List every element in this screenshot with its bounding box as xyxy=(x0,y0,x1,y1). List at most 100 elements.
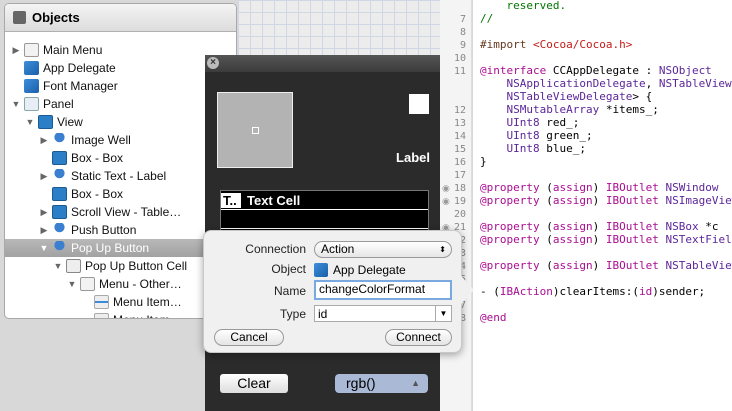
outline-item[interactable]: ▼ Menu - Other… xyxy=(5,275,236,293)
outline-item-label: Box - Box xyxy=(71,151,124,165)
outline-item[interactable]: ▶ Image Well xyxy=(5,131,236,149)
outline-item-label: Pop Up Button xyxy=(71,241,150,255)
outline-item[interactable]: ▶ Scroll View - Table… xyxy=(5,203,236,221)
code-token: @property xyxy=(480,181,540,194)
code-token: assign xyxy=(552,194,593,207)
code-line[interactable]: @property (assign) IBOutlet NSImageView xyxy=(480,194,732,207)
connection-select[interactable]: Action ⬍ xyxy=(314,241,452,258)
outline-item-label: Menu - Other… xyxy=(99,277,182,291)
outline-item-label: Pop Up Button Cell xyxy=(85,259,188,273)
outline-item[interactable]: Box - Box xyxy=(5,185,236,203)
code-line[interactable]: NSApplicationDelegate, NSTableViewDataSo… xyxy=(480,77,732,90)
code-line[interactable]: UInt8 blue_; xyxy=(480,142,585,155)
chevron-down-icon[interactable]: ▼ xyxy=(435,306,451,321)
cube-icon xyxy=(24,79,39,93)
disclosure-right-icon[interactable]: ▶ xyxy=(39,225,49,236)
column-header[interactable]: Text Cell xyxy=(247,193,300,208)
code-line[interactable]: NSMutableArray *items_; xyxy=(480,103,659,116)
view-icon xyxy=(52,205,67,219)
code-text: reserved. xyxy=(480,0,567,12)
outline-item[interactable]: ▶ Static Text - Label xyxy=(5,167,236,185)
disclosure-down-icon[interactable]: ▼ xyxy=(67,279,77,289)
code-token: assign xyxy=(552,259,593,272)
outlet-connection-icon[interactable]: ◉ xyxy=(442,183,450,194)
code-token: *items_; xyxy=(599,103,659,116)
disclosure-down-icon[interactable]: ▼ xyxy=(53,261,63,271)
code-token: , xyxy=(645,77,659,90)
code-line[interactable]: NSTableViewDelegate> { xyxy=(480,90,652,103)
disclosure-right-icon[interactable]: ▶ xyxy=(39,135,49,146)
updown-arrows-icon: ⬍ xyxy=(439,245,446,254)
code-line[interactable]: UInt8 red_; xyxy=(480,116,579,129)
disclosure-right-icon[interactable]: ▶ xyxy=(39,207,49,218)
outline-item[interactable]: ▶ Main Menu xyxy=(5,41,236,59)
line-number: 8 xyxy=(459,27,466,38)
cube-icon xyxy=(24,61,39,75)
cancel-button[interactable]: Cancel xyxy=(214,329,284,346)
static-label: Label xyxy=(396,150,430,165)
code-line[interactable]: // xyxy=(480,12,493,25)
outline-item[interactable]: Box - Box xyxy=(5,149,236,167)
connection-popover: Connection Action ⬍ Object App Delegate N… xyxy=(203,230,474,353)
view-icon xyxy=(52,151,67,165)
object-label: Object xyxy=(271,262,306,276)
code-line[interactable]: @end xyxy=(480,311,507,324)
disclosure-right-icon[interactable]: ▶ xyxy=(39,171,49,182)
disclosure-down-icon[interactable]: ▼ xyxy=(39,243,49,253)
clear-button[interactable]: Clear xyxy=(220,374,288,393)
table-row[interactable] xyxy=(221,210,428,229)
outline-item[interactable]: ▶ Push Button xyxy=(5,221,236,239)
outline-item[interactable]: ▼ Panel xyxy=(5,95,236,113)
disclosure-down-icon[interactable]: ▼ xyxy=(25,117,35,127)
outline-item[interactable]: ▼ Pop Up Button Cell xyxy=(5,257,236,275)
outline-item[interactable]: App Delegate xyxy=(5,59,236,77)
code-token: red_; xyxy=(539,116,580,129)
outline-item[interactable]: Menu Item… xyxy=(5,311,236,318)
color-format-popup[interactable]: rgb() ▲ xyxy=(335,374,428,393)
code-line[interactable]: #import <Cocoa/Cocoa.h> xyxy=(480,38,632,51)
code-token: green_; xyxy=(539,129,593,142)
code-token: ( xyxy=(539,194,553,207)
code-token: ) xyxy=(592,194,606,207)
code-token: NSObject xyxy=(658,64,712,77)
code-line[interactable]: @interface CCAppDelegate : NSObject xyxy=(480,64,712,77)
code-line[interactable]: reserved. xyxy=(480,0,566,12)
outline-item[interactable]: ▼ Pop Up Button xyxy=(5,239,236,257)
close-icon[interactable]: × xyxy=(207,57,219,69)
line-number: 7 xyxy=(459,14,466,25)
code-token: IBOutlet xyxy=(605,181,659,194)
code-line[interactable]: @property (assign) IBOutlet NSBox *c xyxy=(480,220,718,233)
code-line[interactable]: - (IBAction)clearItems:(id)sender; xyxy=(480,285,705,298)
code-token: ) xyxy=(592,259,606,272)
outlet-connection-icon[interactable]: ◉ xyxy=(442,196,450,207)
outline-item-label: Scroll View - Table… xyxy=(71,205,182,219)
code-token: IBOutlet xyxy=(605,259,659,272)
line-number: 17 xyxy=(453,170,466,181)
code-token: )sender; xyxy=(652,285,706,298)
line-number: 20 xyxy=(453,209,466,220)
code-line[interactable]: @property (assign) IBOutlet NSTextField xyxy=(480,233,732,246)
code-line[interactable]: } xyxy=(480,155,487,168)
type-combobox[interactable]: id ▼ xyxy=(314,305,452,322)
code-token: UInt8 xyxy=(480,129,540,142)
disclosure-right-icon[interactable]: ▶ xyxy=(11,45,21,56)
column-header-truncated[interactable]: T.. xyxy=(221,192,241,208)
name-input[interactable]: changeColorFormat xyxy=(314,280,452,300)
code-token: NSTableViewDelegate xyxy=(480,90,633,103)
item-icon xyxy=(94,295,109,309)
item-icon xyxy=(94,313,109,318)
outline-item[interactable]: Menu Item… xyxy=(5,293,236,311)
connect-button[interactable]: Connect xyxy=(385,329,452,346)
code-token: NSApplicationDelegate xyxy=(480,77,646,90)
disclosure-down-icon[interactable]: ▼ xyxy=(11,99,21,109)
outline-item[interactable]: ▼ View xyxy=(5,113,236,131)
code-line[interactable]: UInt8 green_; xyxy=(480,129,593,142)
image-well[interactable] xyxy=(217,92,293,168)
code-editor[interactable]: reserved.// #import <Cocoa/Cocoa.h> @inter… xyxy=(473,0,732,411)
code-line[interactable]: @property (assign) IBOutlet NSWindow xyxy=(480,181,718,194)
outline-item-label: Font Manager xyxy=(43,79,118,93)
outline-item-label: Box - Box xyxy=(71,187,124,201)
code-line[interactable]: @property (assign) IBOutlet NSTableView xyxy=(480,259,732,272)
outline-item[interactable]: Font Manager xyxy=(5,77,236,95)
ctl-icon xyxy=(52,241,67,255)
